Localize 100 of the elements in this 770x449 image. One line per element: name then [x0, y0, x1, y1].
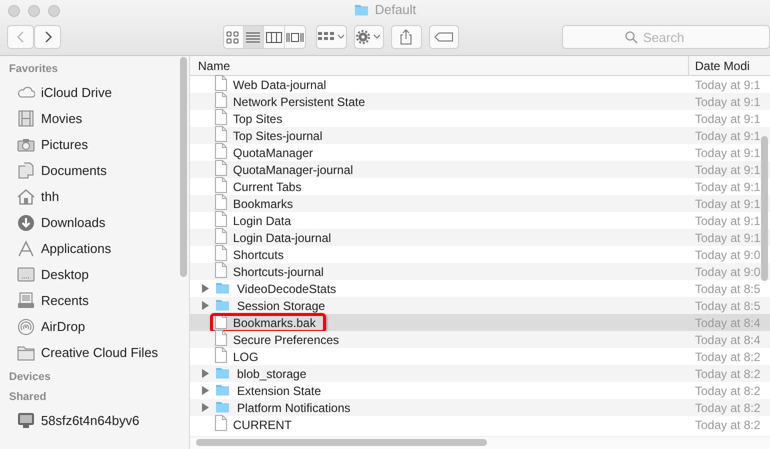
date-modified: Today at 8:2: [694, 400, 762, 414]
download-icon: [17, 214, 35, 230]
file-row[interactable]: Top Sites Today at 9:1: [190, 110, 770, 127]
film-icon: [17, 110, 35, 126]
date-modified: Today at 8:4: [694, 332, 762, 346]
date-modified: Today at 9:1: [694, 94, 762, 108]
chevron-left-icon: [16, 30, 26, 44]
document-icon: [215, 194, 227, 210]
file-row[interactable]: Shortcuts Today at 9:0: [190, 246, 770, 263]
disclosure-triangle-icon[interactable]: [200, 301, 210, 310]
file-row[interactable]: Login Data Today at 9:1: [190, 212, 770, 229]
date-modified: Today at 9:1: [694, 112, 762, 126]
document-icon: [215, 109, 227, 125]
file-row[interactable]: Bookmarks.bak Today at 8:4: [190, 314, 770, 331]
section-heading: Devices: [8, 371, 52, 385]
tag-button[interactable]: [428, 25, 459, 49]
file-row[interactable]: Extension State Today at 8:2: [190, 382, 770, 399]
file-row[interactable]: Current Tabs Today at 9:1: [190, 178, 770, 195]
date-modified: Today at 8:4: [694, 316, 762, 330]
disclosure-triangle-icon[interactable]: [200, 369, 210, 378]
file-row[interactable]: Platform Notifications Today at 8:2: [190, 399, 770, 416]
file-row[interactable]: VideoDecodeStats Today at 8:5: [190, 280, 770, 297]
folder-icon: [354, 2, 370, 17]
file-name: QuotaManager-journal: [233, 162, 354, 176]
file-row[interactable]: QuotaManager Today at 9:1: [190, 144, 770, 161]
document-icon: [215, 92, 227, 108]
sidebar-item[interactable]: AirDrop: [0, 313, 189, 339]
file-name: Platform Notifications: [237, 400, 350, 414]
gallery-view-icon: [286, 30, 304, 44]
gallery-view-button[interactable]: [284, 26, 305, 48]
documents-icon: [17, 162, 35, 178]
share-icon: [400, 29, 412, 45]
sidebar-item[interactable]: Desktop: [0, 261, 189, 287]
file-name: Extension State: [237, 384, 322, 398]
sidebar-item[interactable]: iCloud Drive: [0, 79, 189, 105]
scrollbar[interactable]: [180, 57, 187, 277]
date-modified: Today at 9:0: [694, 264, 762, 278]
file-name: Network Persistent State: [233, 94, 366, 108]
file-name: Top Sites-journal: [233, 128, 322, 142]
disclosure-triangle-icon[interactable]: [200, 386, 210, 395]
disclosure-triangle-icon[interactable]: [200, 284, 210, 293]
grid-view-button[interactable]: [224, 26, 244, 48]
file-row[interactable]: Session Storage Today at 8:5: [190, 297, 770, 314]
action-button[interactable]: [354, 25, 384, 49]
document-icon: [215, 228, 227, 244]
desktop-icon: [17, 266, 35, 282]
file-name: LOG: [233, 350, 258, 364]
document-icon: [215, 211, 227, 227]
file-row[interactable]: Bookmarks Today at 9:1: [190, 195, 770, 212]
share-button[interactable]: [391, 25, 422, 49]
file-row[interactable]: Login Data-journal Today at 9:1: [190, 229, 770, 246]
sidebar-item[interactable]: 58sfz6t4n64byv6: [0, 407, 189, 433]
file-row[interactable]: blob_storage Today at 8:2: [190, 365, 770, 382]
file-row[interactable]: Shortcuts-journal Today at 9:0: [190, 263, 770, 280]
disclosure-triangle-icon[interactable]: [200, 403, 210, 412]
search-field[interactable]: Search: [562, 25, 770, 49]
sidebar-item[interactable]: Documents: [0, 157, 189, 183]
list-view-icon: [246, 30, 262, 44]
arrange-button[interactable]: [316, 25, 347, 49]
file-name: QuotaManager: [233, 146, 314, 160]
file-row[interactable]: LOG Today at 8:2: [190, 348, 770, 365]
file-row[interactable]: Network Persistent State Today at 9:1: [190, 93, 770, 110]
tag-icon: [434, 32, 454, 42]
sidebar-item[interactable]: thh: [0, 183, 189, 209]
file-name: Login Data: [233, 214, 292, 228]
column-header[interactable]: Date Modi: [689, 56, 770, 75]
date-modified: Today at 8:2: [694, 350, 762, 364]
scrollbar[interactable]: [761, 136, 768, 281]
sidebar-item[interactable]: Creative Cloud Files: [0, 339, 189, 365]
airdrop-icon: [17, 318, 35, 334]
list-view-button[interactable]: [244, 26, 264, 48]
file-row[interactable]: CURRENT Today at 8:2: [190, 416, 770, 433]
date-modified: Today at 8:2: [694, 418, 762, 432]
forward-button[interactable]: [34, 25, 61, 49]
document-icon: [215, 126, 227, 142]
file-name: Secure Preferences: [233, 332, 340, 346]
sidebar-item[interactable]: Pictures: [0, 131, 189, 157]
file-row[interactable]: QuotaManager-journal Today at 9:1: [190, 161, 770, 178]
date-modified: Today at 9:1: [694, 128, 762, 142]
search-icon: [625, 31, 638, 44]
sidebar-item[interactable]: Applications: [0, 235, 189, 261]
document-icon: [215, 160, 227, 176]
date-modified: Today at 8:5: [694, 282, 762, 296]
file-row[interactable]: Web Data-journal Today at 9:1: [190, 76, 770, 93]
file-name: Bookmarks.bak: [233, 316, 316, 330]
file-name: Top Sites: [233, 112, 282, 126]
sidebar-item[interactable]: Recents: [0, 287, 189, 313]
column-view-button[interactable]: [264, 26, 285, 48]
view-switcher[interactable]: [223, 25, 306, 49]
sidebar-item[interactable]: Movies: [0, 105, 189, 131]
file-name: Login Data-journal: [233, 230, 332, 244]
scrollbar[interactable]: [196, 439, 487, 446]
sidebar-item[interactable]: Downloads: [0, 209, 189, 235]
applications-icon: [17, 240, 35, 256]
file-row[interactable]: Top Sites-journal Today at 9:1: [190, 127, 770, 144]
file-row[interactable]: Secure Preferences Today at 8:4: [190, 331, 770, 348]
file-name: Shortcuts-journal: [233, 264, 324, 278]
file-name: Shortcuts: [233, 248, 284, 262]
file-name: Bookmarks: [233, 196, 294, 210]
document-icon: [215, 143, 227, 159]
